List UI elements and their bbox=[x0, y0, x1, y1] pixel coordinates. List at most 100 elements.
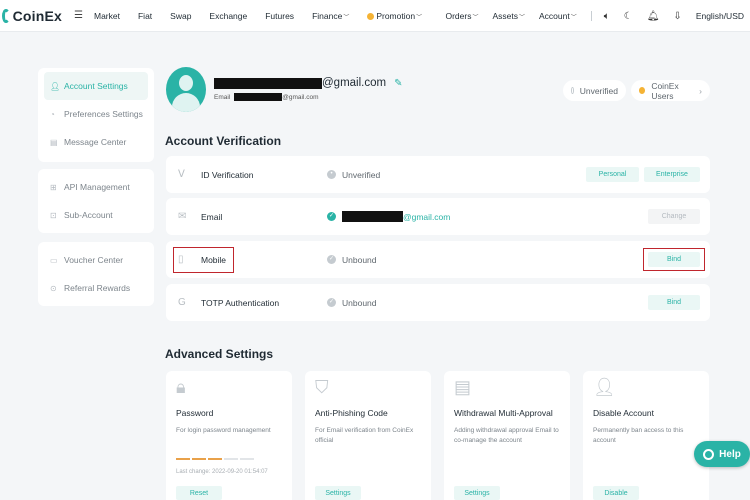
card-desc: Adding withdrawal approval Email to co-m… bbox=[454, 427, 559, 444]
sidebar-item-label: Account Settings bbox=[64, 81, 128, 91]
sidebar-item-label: Message Center bbox=[64, 137, 127, 147]
moon-icon[interactable]: ☾ bbox=[624, 11, 633, 22]
personal-button[interactable]: Personal bbox=[586, 167, 639, 182]
coinex-logo-icon bbox=[2, 8, 10, 23]
brand-name: CoinEx bbox=[12, 7, 62, 24]
anti-phishing-settings-button[interactable]: Settings bbox=[315, 486, 361, 500]
redacted-email-user bbox=[214, 77, 322, 89]
card-title: Password bbox=[176, 408, 214, 418]
unverified-label: Unverified bbox=[579, 85, 618, 96]
bind-highlight-box bbox=[643, 248, 705, 271]
change-email-button[interactable]: Change bbox=[648, 209, 700, 224]
sidebar-item-account-settings[interactable]: 👤︎ Account Settings bbox=[44, 72, 148, 100]
advanced-settings-title: Advanced Settings bbox=[165, 347, 274, 361]
nav-assets[interactable]: Assets﹀ bbox=[492, 11, 525, 21]
row-status-label: Unverified bbox=[342, 169, 381, 180]
api-icon: ⊞ bbox=[50, 182, 57, 192]
nav-exchange[interactable]: Exchange bbox=[209, 11, 247, 21]
nav-promotion-label: Promotion bbox=[376, 10, 416, 21]
chevron-down-icon: ﹀ bbox=[416, 14, 423, 21]
row-name: TOTP Authentication bbox=[201, 297, 280, 308]
nav-fiat[interactable]: Fiat bbox=[138, 11, 152, 21]
lock-icon: 🔒︎ bbox=[176, 377, 186, 397]
nav-divider bbox=[590, 11, 592, 21]
coinex-logo[interactable]: CoinEx bbox=[2, 8, 62, 24]
check-icon: ✓ bbox=[327, 298, 336, 307]
user-icon: 👤︎ bbox=[50, 81, 61, 91]
avatar-head bbox=[179, 75, 193, 91]
profile-email-suffix: @gmail.com bbox=[322, 77, 387, 89]
last-change-text: Last change: 2022-09-20 01:54:07 bbox=[176, 469, 268, 475]
nav-account[interactable]: Account﹀ bbox=[539, 11, 577, 21]
card-desc: For Email verification from CoinEx offic… bbox=[315, 427, 414, 444]
nav-futures[interactable]: Futures bbox=[265, 11, 294, 21]
redacted-sub-email bbox=[234, 93, 283, 101]
sidebar-item-label: Sub-Account bbox=[64, 210, 113, 220]
language-selector[interactable]: English/USD bbox=[696, 11, 744, 21]
check-icon: ✓ bbox=[327, 255, 336, 264]
sidebar-item-voucher-center[interactable]: ▭ Voucher Center bbox=[44, 246, 148, 274]
nav-promotion[interactable]: Promotion﹀ bbox=[367, 11, 422, 21]
avatar-body bbox=[172, 93, 200, 112]
card-title: Anti-Phishing Code bbox=[315, 408, 388, 418]
redacted-email bbox=[342, 211, 403, 222]
disable-account-button[interactable]: Disable bbox=[593, 486, 639, 500]
nav-orders-label: Orders bbox=[445, 11, 472, 21]
menu-icon[interactable]: ☰ bbox=[74, 10, 83, 21]
sidebar-item-sub-account[interactable]: ⊡ Sub-Account bbox=[44, 201, 148, 229]
email-icon: ✉︎ bbox=[178, 211, 187, 222]
advanced-card-disable-account: 👤︎ Disable Account Permanently ban acces… bbox=[583, 371, 709, 500]
chevron-down-icon: ﹀ bbox=[472, 15, 479, 21]
user-tier-badge[interactable]: CoinEx Users › bbox=[631, 80, 710, 101]
bind-totp-button[interactable]: Bind bbox=[648, 295, 700, 310]
row-status: ✓ @gmail.com bbox=[327, 211, 450, 222]
enterprise-button[interactable]: Enterprise bbox=[644, 167, 700, 182]
row-status: ✓ Unbound bbox=[327, 255, 377, 265]
nav-account-label: Account bbox=[539, 11, 570, 21]
sidebar-group-rewards: ▭ Voucher Center ⊙ Referral Rewards bbox=[38, 242, 154, 306]
row-status-label: Unbound bbox=[342, 297, 377, 308]
reset-password-button[interactable]: Reset bbox=[176, 486, 222, 500]
nav-assets-label: Assets bbox=[492, 11, 518, 21]
sidebar-item-referral-rewards[interactable]: ⊙ Referral Rewards bbox=[44, 274, 148, 302]
mobile-highlight-box bbox=[173, 247, 234, 273]
password-strength-bar bbox=[176, 458, 256, 460]
edit-icon[interactable]: ✎ bbox=[394, 78, 402, 89]
row-status-label: @gmail.com bbox=[403, 211, 451, 222]
verification-row-id: Ⅴ ID Verification • Unverified Personal E… bbox=[166, 156, 710, 193]
sidebar-item-api-management[interactable]: ⊞ API Management bbox=[44, 173, 148, 201]
chevron-right-icon: › bbox=[699, 85, 702, 96]
row-status-label: Unbound bbox=[342, 254, 377, 265]
help-button[interactable]: Help bbox=[694, 441, 750, 467]
preferences-icon: ◔ bbox=[50, 109, 55, 119]
check-icon: ✓ bbox=[327, 212, 336, 221]
download-icon[interactable]: ⇩ bbox=[673, 11, 681, 22]
nav-finance[interactable]: Finance﹀ bbox=[312, 11, 349, 21]
withdrawal-approval-settings-button[interactable]: Settings bbox=[454, 486, 500, 500]
sidebar-item-message-center[interactable]: ▤ Message Center bbox=[44, 128, 148, 156]
sidebar-item-label: Preferences Settings bbox=[64, 109, 143, 119]
chevron-down-icon: ﹀ bbox=[519, 15, 526, 21]
unverified-icon bbox=[571, 87, 574, 94]
id-card-icon: Ⅴ bbox=[178, 169, 185, 180]
chevron-down-icon: ﹀ bbox=[570, 15, 577, 21]
advanced-card-password: 🔒︎ Password For login password managemen… bbox=[166, 371, 292, 500]
message-icon: ▤ bbox=[50, 137, 58, 147]
verification-row-totp: G TOTP Authentication ✓ Unbound Bind bbox=[166, 284, 710, 321]
sub-account-icon: ⊡ bbox=[50, 210, 57, 220]
unverified-badge[interactable]: Unverified bbox=[563, 80, 626, 101]
nav-swap[interactable]: Swap bbox=[170, 11, 191, 21]
top-navigation: CoinEx ☰ Market Fiat Swap Exchange Futur… bbox=[0, 0, 750, 32]
advanced-card-withdrawal-approval: ▤ Withdrawal Multi-Approval Adding withd… bbox=[444, 371, 570, 500]
sidebar-item-preferences-settings[interactable]: ◔ Preferences Settings bbox=[44, 100, 148, 128]
bell-icon[interactable]: 🔔︎ bbox=[647, 11, 660, 22]
profile-sub-label: Email bbox=[214, 93, 231, 101]
tier-label: CoinEx Users bbox=[651, 80, 679, 101]
profile-sub-email: Email @gmail.com bbox=[214, 93, 318, 101]
nav-orders[interactable]: Orders﹀ bbox=[445, 11, 478, 21]
speaker-icon[interactable]: 🔈︎ bbox=[604, 11, 610, 22]
sidebar-group-api: ⊞ API Management ⊡ Sub-Account bbox=[38, 169, 154, 233]
shield-icon: ⛉ bbox=[315, 377, 329, 397]
row-name: Email bbox=[201, 211, 223, 222]
nav-market[interactable]: Market bbox=[94, 11, 120, 21]
